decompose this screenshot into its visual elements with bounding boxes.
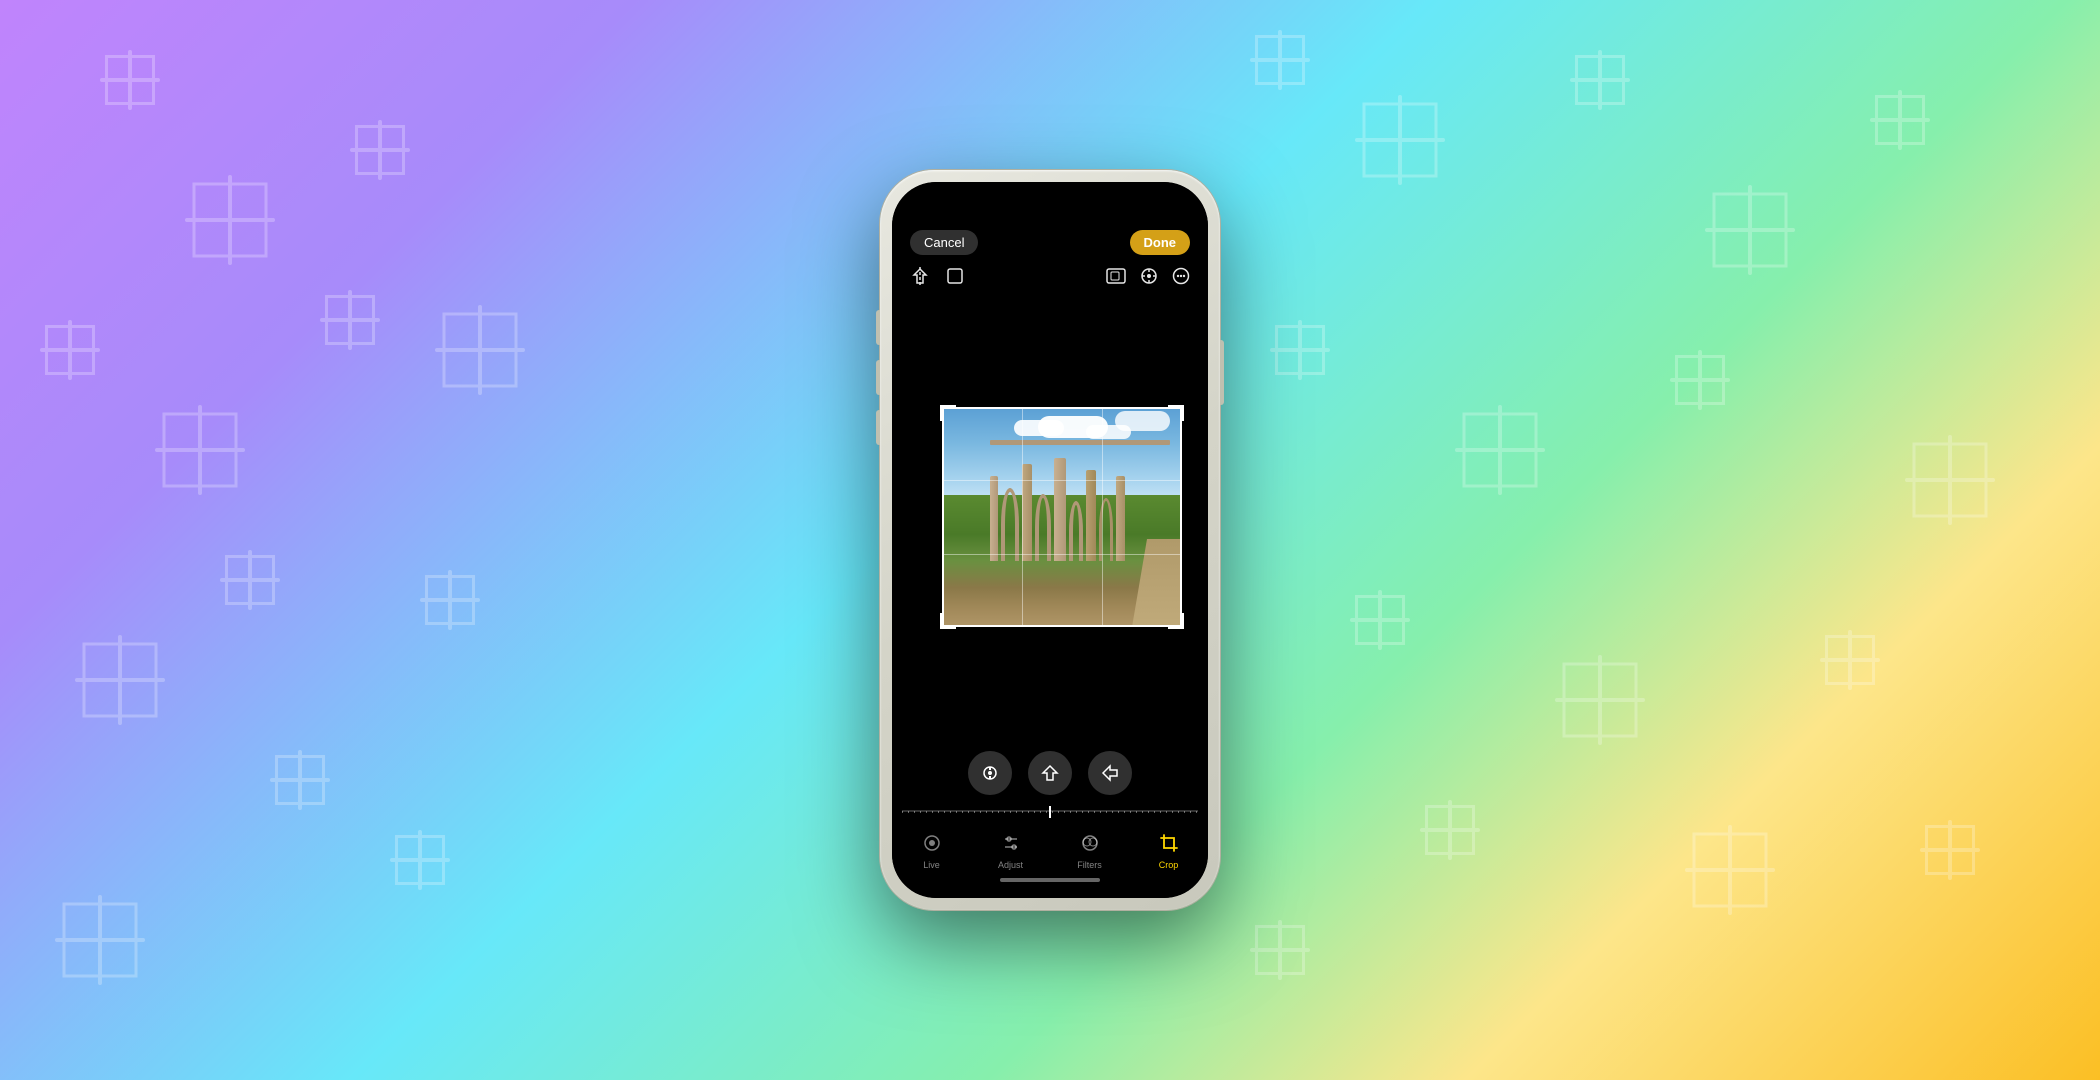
rotation-slider[interactable] [902, 801, 1198, 821]
aspect-ratio-icon[interactable] [1106, 267, 1126, 285]
crop-overlay [942, 407, 1182, 627]
tab-live[interactable]: Live [892, 833, 971, 870]
top-bar: Cancel Done [892, 182, 1208, 263]
photo-area [892, 293, 1208, 741]
filters-icon [1080, 833, 1100, 858]
tab-live-label: Live [923, 860, 940, 870]
crop-ratio-icon[interactable] [946, 267, 964, 285]
adjust-icon [1001, 833, 1021, 858]
tab-filters[interactable]: Filters [1050, 833, 1129, 870]
rotation-buttons [892, 741, 1208, 801]
crop-icon [1159, 833, 1179, 858]
tab-adjust-label: Adjust [998, 860, 1023, 870]
flip-icon[interactable] [910, 267, 930, 285]
tab-bar: Live Adjust [892, 827, 1208, 874]
tab-adjust[interactable]: Adjust [971, 833, 1050, 870]
live-icon [922, 833, 942, 858]
more-icon[interactable] [1172, 267, 1190, 285]
flip-horizontal-button[interactable] [1088, 751, 1132, 795]
tools-bar [892, 263, 1208, 293]
phone-body: Cancel Done [880, 170, 1220, 910]
tab-crop[interactable]: Crop [1129, 833, 1208, 870]
straighten-button[interactable] [968, 751, 1012, 795]
cancel-button[interactable]: Cancel [910, 230, 978, 255]
dynamic-island [1005, 196, 1095, 206]
compass-icon[interactable] [1140, 267, 1158, 285]
phone-screen: Cancel Done [892, 182, 1208, 898]
bottom-controls: Live Adjust [892, 741, 1208, 898]
phone-device: Cancel Done [880, 170, 1220, 910]
flip-vertical-button[interactable] [1028, 751, 1072, 795]
tab-filters-label: Filters [1077, 860, 1102, 870]
tab-crop-label: Crop [1159, 860, 1179, 870]
home-indicator [1000, 878, 1100, 882]
done-button[interactable]: Done [1130, 230, 1191, 255]
